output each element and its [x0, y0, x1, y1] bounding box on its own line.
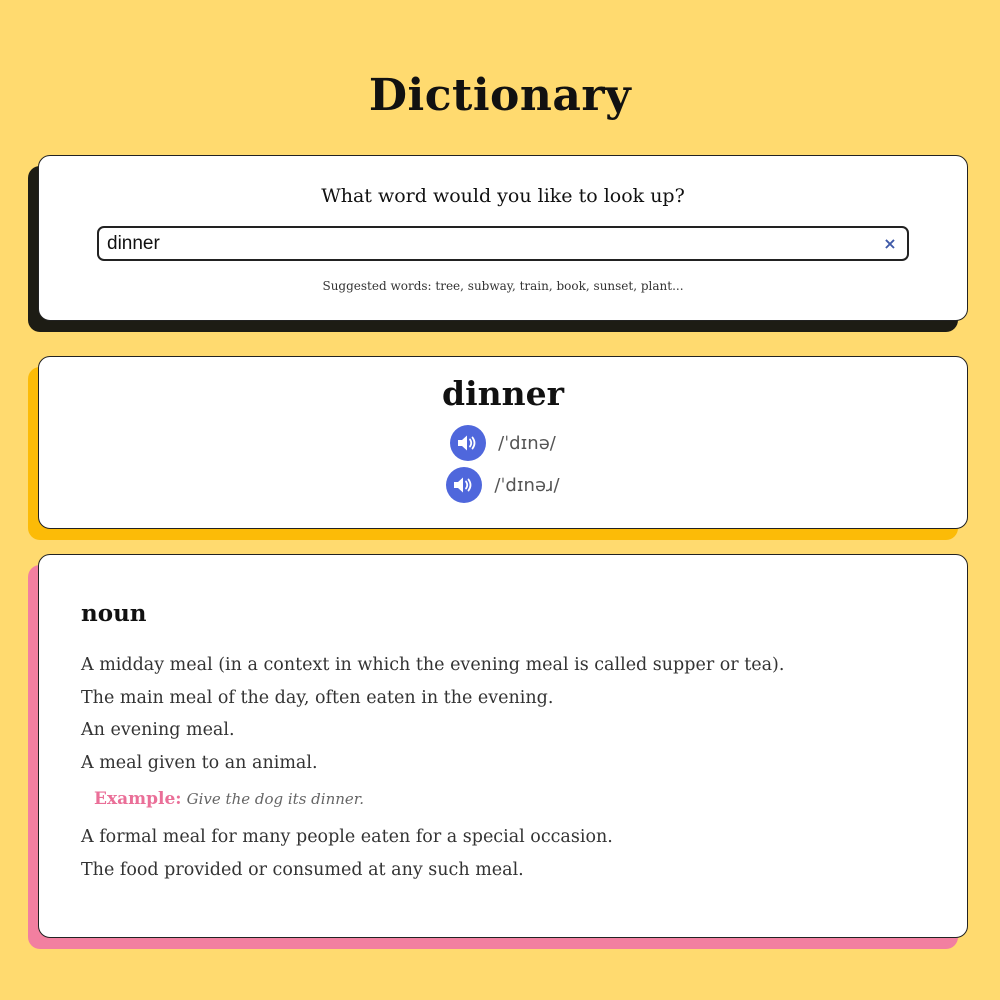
speaker-icon	[454, 477, 472, 493]
definition-item: A midday meal (in a context in which the…	[81, 655, 785, 675]
clear-icon[interactable]: ×	[881, 234, 899, 254]
search-card: What word would you like to look up? × S…	[38, 155, 968, 321]
suggested-words: Suggested words: tree, subway, train, bo…	[322, 279, 684, 293]
definition-item: The food provided or consumed at any suc…	[81, 859, 524, 880]
play-audio-button[interactable]	[446, 467, 483, 503]
word-title: dinner	[442, 374, 564, 413]
phonetic-row: /ˈdɪnəɹ/	[39, 467, 967, 503]
play-audio-button[interactable]	[450, 425, 487, 461]
page-title: Dictionary	[368, 70, 632, 121]
speaker-icon	[458, 435, 476, 451]
part-of-speech: noun	[81, 600, 147, 627]
phonetic-row: /ˈdɪnə/	[39, 425, 967, 461]
example-label: Example:	[94, 789, 182, 809]
definition-list: A formal meal for many people eaten for …	[81, 821, 613, 886]
definition-item: A meal given to an animal.	[81, 752, 318, 773]
search-input[interactable]	[107, 231, 867, 257]
meaning-card: noun A midday meal (in a context in whic…	[38, 554, 968, 938]
phonetic-text: /ˈdɪnəɹ/	[494, 474, 560, 496]
example-text: Give the dog its dinner.	[186, 790, 365, 808]
definition-item: A formal meal for many people eaten for …	[81, 827, 613, 847]
search-question: What word would you like to look up?	[321, 185, 685, 207]
definition-item: The main meal of the day, often eaten in…	[81, 687, 554, 708]
phonetics-card: dinner /ˈdɪnə/ /ˈdɪnəɹ/	[38, 356, 968, 529]
example: Example: Give the dog its dinner.	[94, 787, 364, 811]
definition-list: A midday meal (in a context in which the…	[81, 649, 784, 779]
definition-item: An evening meal.	[81, 720, 235, 740]
phonetic-text: /ˈdɪnə/	[498, 432, 556, 454]
search-box[interactable]: ×	[97, 226, 909, 261]
